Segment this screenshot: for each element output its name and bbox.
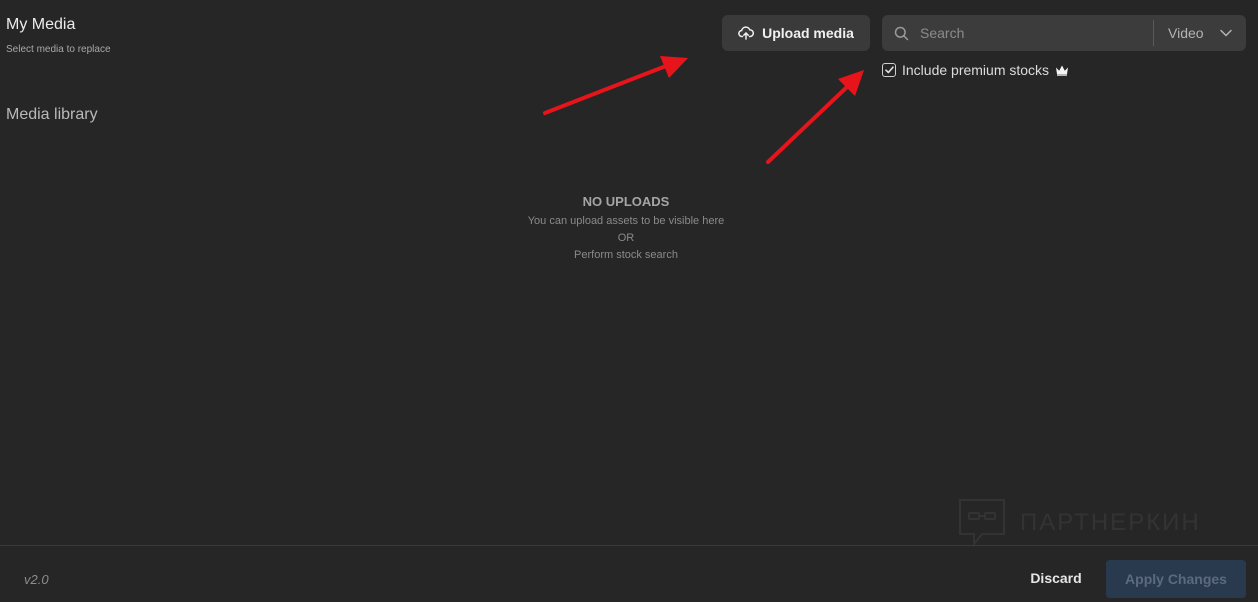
empty-state-title: NO UPLOADS <box>582 194 670 209</box>
premium-stocks-checkbox[interactable] <box>882 63 896 77</box>
search-bar: Video <box>882 15 1246 51</box>
apply-changes-button[interactable]: Apply Changes <box>1106 560 1246 598</box>
chevron-down-icon <box>1220 29 1232 37</box>
watermark-text: ПАРТНЕРКИН <box>1020 509 1201 536</box>
crown-icon <box>1055 64 1069 76</box>
media-type-select[interactable]: Video <box>1154 15 1246 51</box>
premium-stocks-option: Include premium stocks <box>882 62 1069 78</box>
upload-media-label: Upload media <box>762 25 854 41</box>
media-type-value: Video <box>1168 25 1204 41</box>
premium-stocks-label: Include premium stocks <box>902 62 1050 78</box>
annotation-arrow-premium <box>766 70 864 164</box>
version-label: v2.0 <box>24 572 49 587</box>
discard-button[interactable]: Discard <box>1016 560 1096 596</box>
cloud-upload-icon <box>738 26 755 40</box>
footer-bar: v2.0 Discard Apply Changes <box>0 545 1258 602</box>
empty-state-line-3: Perform stock search <box>574 249 678 261</box>
page-subtitle: Select media to replace <box>6 44 111 55</box>
chat-bubble-logo-icon <box>958 498 1006 548</box>
search-icon <box>882 26 920 41</box>
annotation-arrow-upload <box>543 56 688 115</box>
upload-media-button[interactable]: Upload media <box>722 15 870 51</box>
empty-state-line-2: OR <box>617 232 635 244</box>
empty-state: NO UPLOADS You can upload assets to be v… <box>0 194 1252 264</box>
watermark: ПАРТНЕРКИН <box>958 498 1201 548</box>
search-input[interactable] <box>920 15 1153 51</box>
page-title: My Media <box>6 16 76 33</box>
empty-state-line-1: You can upload assets to be visible here <box>527 215 725 227</box>
media-library-heading: Media library <box>6 106 98 123</box>
